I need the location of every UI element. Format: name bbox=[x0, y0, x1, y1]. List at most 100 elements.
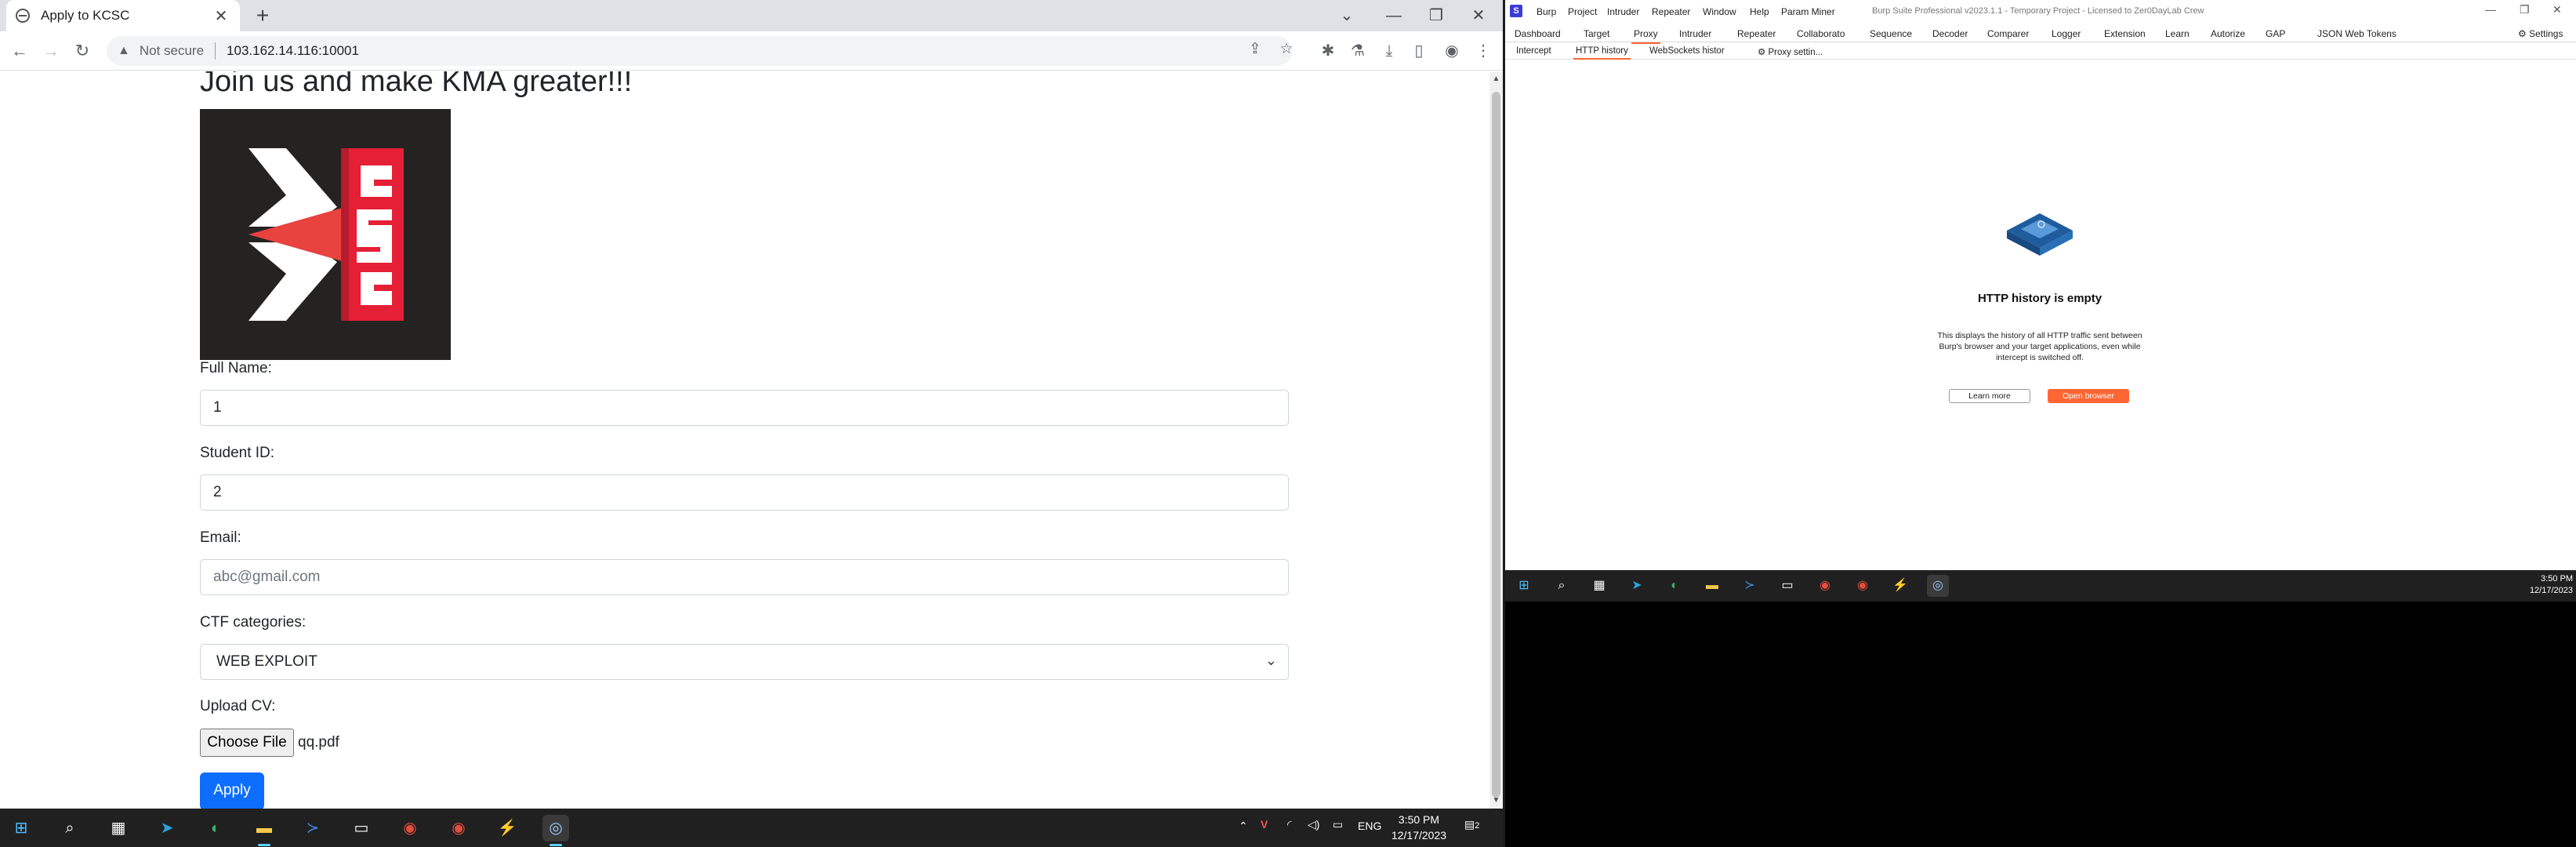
proxy-settings-button[interactable]: ⚙ Proxy settin... bbox=[1758, 46, 1823, 57]
email-input[interactable]: abc@gmail.com bbox=[200, 559, 1289, 595]
tab-target[interactable]: Target bbox=[1584, 28, 1609, 39]
apply-button[interactable]: Apply bbox=[200, 772, 264, 809]
close-tab-icon[interactable]: ✕ bbox=[212, 6, 230, 26]
tab-sequencer[interactable]: Sequence bbox=[1870, 28, 1912, 39]
restore-button[interactable]: ❐ bbox=[1416, 3, 1457, 28]
learn-more-button[interactable]: Learn more bbox=[1949, 389, 2030, 403]
student-id-input[interactable]: 2 bbox=[200, 474, 1289, 511]
telegram-icon[interactable]: ➤ bbox=[1626, 575, 1648, 597]
ctf-categories-select[interactable]: WEB EXPLOIT ⌄ bbox=[200, 644, 1289, 680]
terminal-icon[interactable]: ▭ bbox=[348, 815, 375, 842]
notification-icon[interactable]: ▤2 bbox=[1464, 818, 1479, 831]
taskbar-clock[interactable]: 3:50 PM 12/17/2023 bbox=[2510, 573, 2573, 597]
tray-chevron-icon[interactable]: ⌃ bbox=[1239, 820, 1248, 833]
reload-button[interactable]: ↻ bbox=[69, 38, 96, 64]
lab-extension-icon[interactable]: ⚗ bbox=[1344, 36, 1372, 66]
tab-gap[interactable]: GAP bbox=[2266, 28, 2285, 39]
chromium-icon[interactable]: ◎ bbox=[542, 815, 569, 846]
powershell-icon[interactable]: ≻ bbox=[1739, 575, 1761, 597]
telegram-icon[interactable]: ➤ bbox=[154, 815, 180, 842]
tab-learn[interactable]: Learn bbox=[2165, 28, 2190, 39]
download-icon[interactable]: ⤓ bbox=[1375, 36, 1403, 66]
chrome-icon[interactable]: ◉ bbox=[397, 815, 423, 842]
chrome-profile-icon[interactable]: ◉ bbox=[1852, 575, 1874, 597]
taskbar-clock[interactable]: 3:50 PM 12/17/2023 bbox=[1380, 812, 1458, 843]
address-bar[interactable]: ▲ Not secure 103.162.14.116:10001 bbox=[107, 36, 1292, 66]
share-icon[interactable]: ⇪ bbox=[1243, 38, 1267, 61]
tab-collaborator[interactable]: Collaborato bbox=[1797, 28, 1845, 39]
file-explorer-icon[interactable]: ▬ bbox=[251, 815, 278, 846]
vpn-tray-icon[interactable]: V bbox=[1261, 818, 1268, 831]
start-windows-icon[interactable]: ⊞ bbox=[1513, 575, 1535, 597]
choose-file-button[interactable]: Choose File bbox=[200, 729, 294, 757]
page-scrollbar[interactable]: ▲ ▼ bbox=[1489, 71, 1503, 809]
search-icon[interactable]: ⌕ bbox=[56, 815, 83, 842]
back-button[interactable]: ← bbox=[6, 38, 33, 64]
full-name-input[interactable]: 1 bbox=[200, 390, 1289, 426]
full-name-label: Full Name: bbox=[200, 360, 272, 376]
menu-window[interactable]: Window bbox=[1703, 6, 1736, 17]
address-divider bbox=[215, 42, 216, 60]
settings-label: Settings bbox=[2529, 28, 2563, 39]
search-icon[interactable]: ⌕ bbox=[1551, 575, 1573, 597]
tab-proxy[interactable]: Proxy bbox=[1631, 28, 1660, 44]
side-panel-icon[interactable]: ▯ bbox=[1405, 36, 1433, 66]
subtab-http-history[interactable]: HTTP history bbox=[1573, 46, 1631, 60]
task-view-icon[interactable]: ▦ bbox=[105, 815, 132, 842]
subtab-websockets-history[interactable]: WebSockets histor bbox=[1649, 46, 1725, 56]
tab-autorize[interactable]: Autorize bbox=[2211, 28, 2245, 39]
burp-restore-button[interactable]: ❐ bbox=[2520, 3, 2530, 16]
edge-icon[interactable]: ◐ bbox=[1664, 575, 1685, 597]
tab-comparer[interactable]: Comparer bbox=[1987, 28, 2029, 39]
page-heading: Join us and make KMA greater!!! bbox=[200, 71, 633, 98]
powershell-icon[interactable]: ≻ bbox=[299, 815, 326, 842]
tab-extensions[interactable]: Extension bbox=[2104, 28, 2146, 39]
profile-avatar-icon[interactable]: ◉ bbox=[1438, 36, 1466, 66]
scroll-thumb[interactable] bbox=[1492, 92, 1500, 798]
network-icon[interactable]: ◜ bbox=[1287, 818, 1291, 831]
menu-kebab-icon[interactable]: ⋮ bbox=[1469, 36, 1497, 66]
new-tab-button[interactable]: + bbox=[249, 3, 276, 30]
open-browser-button[interactable]: Open browser bbox=[2048, 389, 2129, 403]
volume-icon[interactable]: ◁) bbox=[1308, 818, 1319, 831]
edge-icon[interactable]: ◐ bbox=[202, 815, 229, 842]
taskbar-left: ⊞ ⌕ ▦ ➤ ◐ ▬ ≻ ▭ ◉ ◉ ⚡ ◎ ⌃ V ◜ ◁) ▭ ENG 3… bbox=[0, 809, 1503, 847]
burp-close-button[interactable]: ✕ bbox=[2552, 3, 2562, 16]
battery-icon[interactable]: ▭ bbox=[1333, 818, 1343, 831]
terminal-icon[interactable]: ▭ bbox=[1776, 575, 1798, 597]
settings-button[interactable]: ⚙ Settings bbox=[2518, 28, 2563, 39]
chromium-icon[interactable]: ◎ bbox=[1927, 575, 1949, 597]
menu-burp[interactable]: Burp bbox=[1537, 6, 1556, 17]
chrome-icon[interactable]: ◉ bbox=[1814, 575, 1836, 597]
menu-repeater[interactable]: Repeater bbox=[1652, 6, 1690, 17]
scroll-down-arrow-icon[interactable]: ▼ bbox=[1489, 796, 1503, 807]
burp-suite-icon[interactable]: ⚡ bbox=[494, 815, 521, 842]
menu-help[interactable]: Help bbox=[1750, 6, 1769, 17]
tab-json-web-tokens[interactable]: JSON Web Tokens bbox=[2317, 28, 2396, 39]
tab-intruder[interactable]: Intruder bbox=[1679, 28, 1711, 39]
tab-repeater[interactable]: Repeater bbox=[1737, 28, 1776, 39]
extension-icon[interactable]: ✱ bbox=[1314, 36, 1342, 66]
tab-decoder[interactable]: Decoder bbox=[1932, 28, 1968, 39]
minimize-button[interactable]: — bbox=[1373, 3, 1414, 28]
language-indicator[interactable]: ENG bbox=[1358, 820, 1381, 832]
menu-project[interactable]: Project bbox=[1568, 6, 1597, 17]
burp-suite-icon[interactable]: ⚡ bbox=[1889, 575, 1911, 597]
forward-button[interactable]: → bbox=[38, 38, 64, 64]
tab-logger[interactable]: Logger bbox=[2052, 28, 2081, 39]
tab-search-icon[interactable]: ⌄ bbox=[1326, 3, 1367, 28]
task-view-icon[interactable]: ▦ bbox=[1588, 575, 1610, 597]
tab-dashboard[interactable]: Dashboard bbox=[1515, 28, 1561, 39]
subtab-intercept[interactable]: Intercept bbox=[1516, 46, 1551, 56]
menu-param-miner[interactable]: Param Miner bbox=[1781, 6, 1835, 17]
file-explorer-icon[interactable]: ▬ bbox=[1701, 575, 1723, 597]
start-windows-icon[interactable]: ⊞ bbox=[8, 815, 34, 842]
burp-minimize-button[interactable]: — bbox=[2485, 3, 2496, 16]
scroll-up-arrow-icon[interactable]: ▲ bbox=[1489, 75, 1503, 85]
menu-intruder[interactable]: Intruder bbox=[1607, 6, 1639, 17]
browser-tab[interactable]: Apply to KCSC ✕ bbox=[6, 0, 240, 31]
desktop: Apply to KCSC ✕ + ⌄ — ❐ ✕ ← → ↻ ▲ Not se… bbox=[0, 0, 2576, 847]
bookmark-star-icon[interactable]: ☆ bbox=[1275, 38, 1298, 61]
chrome-profile-icon[interactable]: ◉ bbox=[445, 815, 472, 842]
close-window-button[interactable]: ✕ bbox=[1458, 3, 1499, 28]
